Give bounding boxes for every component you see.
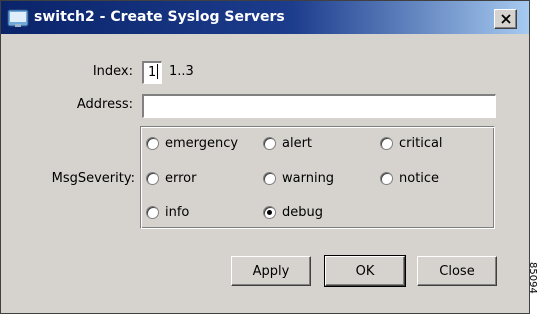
radio-label: emergency [165, 136, 239, 151]
radio-label: warning [282, 171, 335, 186]
radio-label: error [165, 171, 197, 186]
create-syslog-servers-dialog: switch2 - Create Syslog Servers Index: 1… [0, 0, 530, 314]
radio-alert[interactable]: alert [263, 136, 312, 151]
radio-error[interactable]: error [146, 171, 196, 186]
radio-circle-icon [263, 172, 276, 185]
text-caret [157, 64, 159, 79]
address-input[interactable] [142, 94, 496, 118]
radio-info[interactable]: info [146, 205, 189, 220]
radio-circle-icon [380, 172, 393, 185]
close-x-icon [500, 14, 511, 24]
radio-critical[interactable]: critical [380, 136, 443, 151]
radio-label: alert [282, 136, 313, 151]
radio-label: notice [399, 171, 440, 186]
radio-label: info [165, 205, 190, 220]
figure-code: 85094 [527, 262, 540, 302]
close-window-button[interactable] [494, 9, 517, 29]
address-label: Address: [76, 97, 133, 112]
radio-label: debug [282, 205, 323, 220]
app-window-icon [7, 9, 29, 27]
index-label: Index: [92, 64, 133, 79]
radio-circle-icon [146, 137, 159, 150]
close-button[interactable]: Close [417, 256, 497, 286]
radio-circle-icon [380, 137, 393, 150]
title-bar[interactable]: switch2 - Create Syslog Servers [1, 1, 529, 34]
radio-circle-icon [263, 137, 276, 150]
figure-code-text: 85094 [527, 262, 538, 294]
msg-severity-label: MsgSeverity: [51, 171, 135, 186]
radio-notice[interactable]: notice [380, 171, 439, 186]
radio-circle-selected-icon [263, 206, 276, 219]
radio-warning[interactable]: warning [263, 171, 334, 186]
apply-button[interactable]: Apply [231, 256, 311, 286]
ok-button[interactable]: OK [324, 255, 406, 287]
index-input[interactable]: 1 [142, 61, 162, 84]
radio-label: critical [399, 136, 443, 151]
index-value: 1 [148, 65, 157, 80]
radio-debug[interactable]: debug [263, 205, 323, 220]
index-range-hint: 1..3 [169, 64, 194, 79]
radio-circle-icon [146, 172, 159, 185]
radio-circle-icon [146, 206, 159, 219]
window-title: switch2 - Create Syslog Servers [34, 9, 285, 25]
radio-emergency[interactable]: emergency [146, 136, 238, 151]
